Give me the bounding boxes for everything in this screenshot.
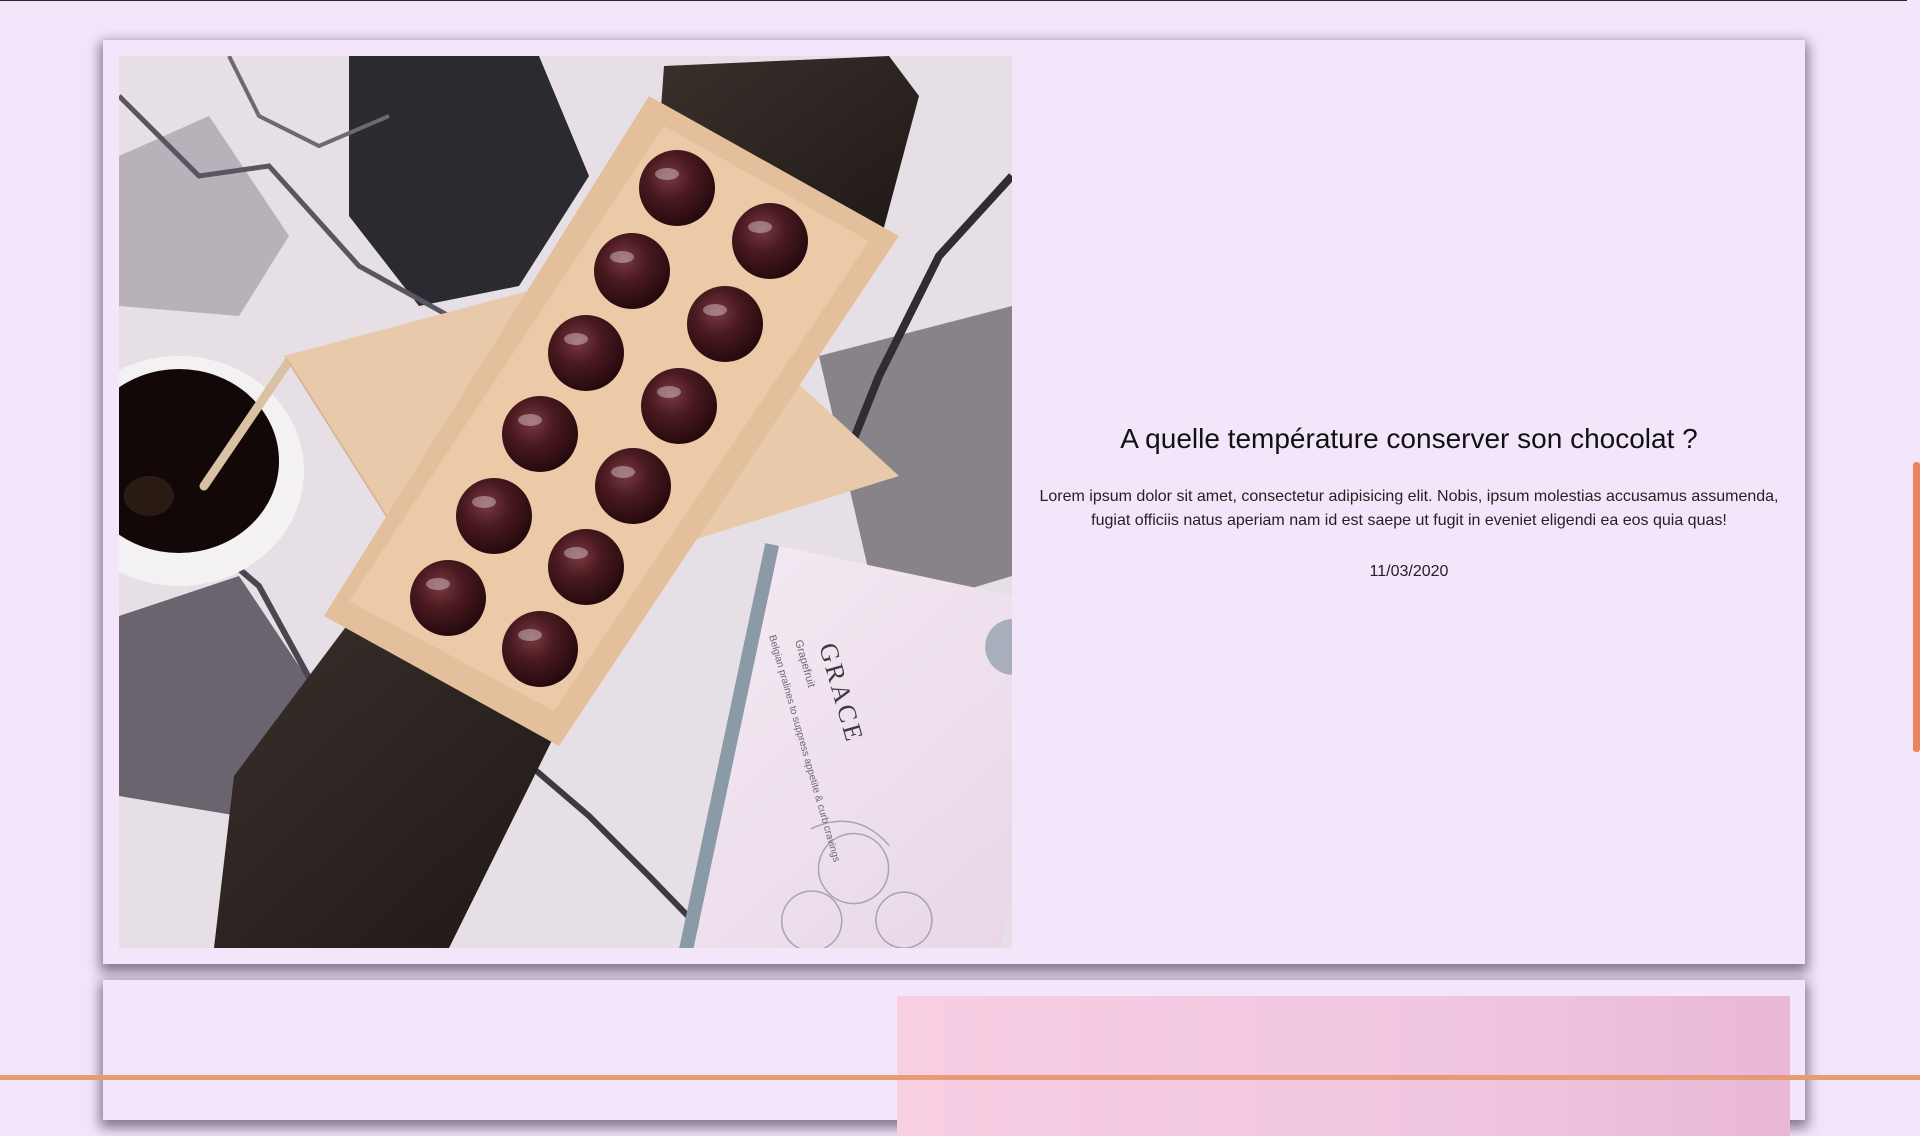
bottom-accent-bar [0,1075,1920,1080]
scrollbar-thumb[interactable] [1913,462,1920,752]
article-image[interactable]: GRACE Grapefruit Belgian pralines to sup… [119,56,1012,948]
chocolate-box-photo: GRACE Grapefruit Belgian pralines to sup… [119,56,1012,948]
article-date: 11/03/2020 [1369,563,1449,580]
article-title[interactable]: A quelle température conserver son choco… [1120,423,1697,455]
article-text: A quelle température conserver son choco… [1028,56,1790,948]
article-excerpt: Lorem ipsum dolor sit amet, consectetur … [1039,488,1779,529]
next-article-card[interactable] [103,980,1805,1136]
top-border [0,0,1920,1]
next-article-image[interactable] [897,996,1790,1136]
article-card[interactable]: GRACE Grapefruit Belgian pralines to sup… [103,40,1805,964]
